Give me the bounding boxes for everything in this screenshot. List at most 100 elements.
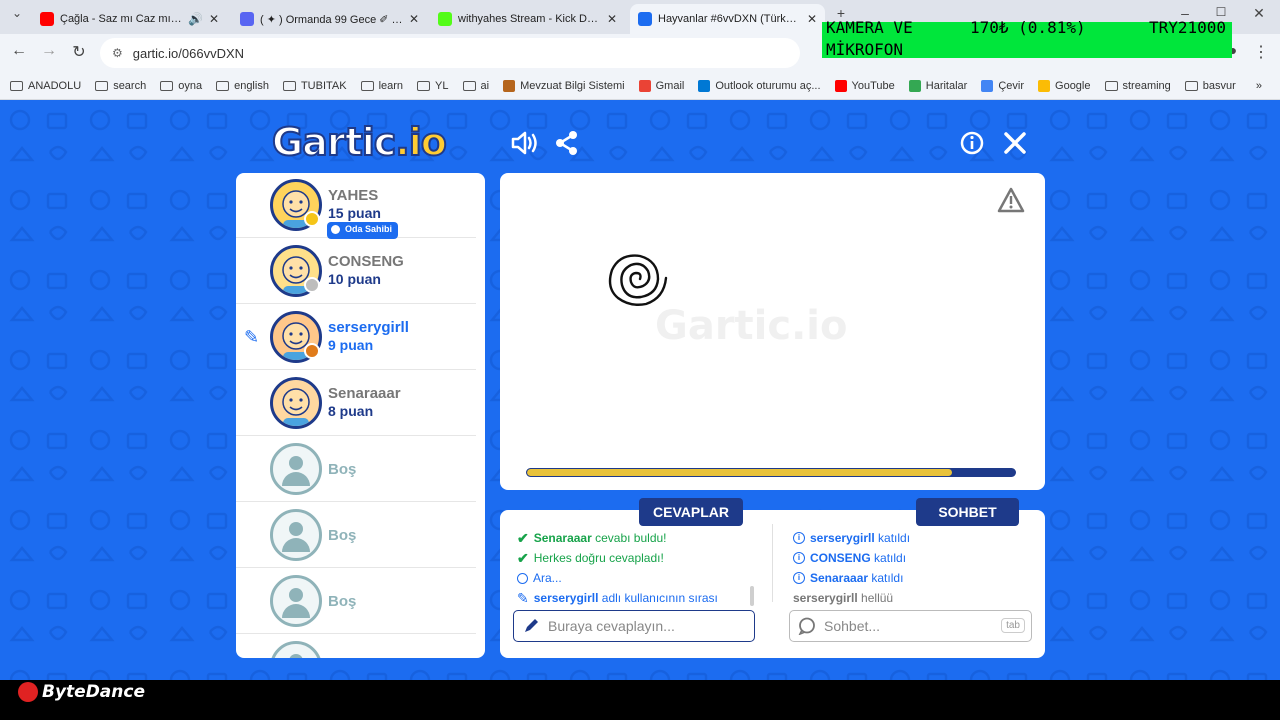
more-bookmarks-icon[interactable]: »	[1256, 80, 1262, 92]
folder-icon	[462, 80, 476, 91]
close-icon[interactable]	[1003, 131, 1027, 161]
close-tab-icon[interactable]: ✕	[807, 12, 817, 26]
tab-search-icon[interactable]: ⌄	[6, 6, 28, 20]
maximize-icon[interactable]: ☐	[1210, 5, 1232, 19]
close-tab-icon[interactable]: ✕	[607, 12, 617, 26]
messages-panel: CEVAPLAR SOHBET ✔ Senaraaar cevabı buldu!…	[500, 498, 1045, 658]
player-row[interactable]: Senaraaar 8 puan	[236, 371, 476, 436]
site-info-icon[interactable]: ⚙	[112, 46, 123, 60]
message-text: Ara...	[533, 571, 562, 585]
bookmark-label: learn	[378, 79, 404, 92]
empty-avatar-icon	[270, 575, 322, 627]
message-item: i Senaraaar katıldı	[793, 568, 910, 588]
bookmark-item[interactable]: Mevzuat Bilgi Sistemi	[503, 79, 625, 92]
bookmark-item[interactable]: Gmail	[638, 79, 685, 92]
empty-slot-label: Boş	[328, 461, 357, 478]
footer-brand: ByteDance	[18, 682, 145, 702]
chat-field[interactable]: Sohbet... tab	[789, 610, 1032, 642]
bookmark-item[interactable]: ai	[462, 80, 489, 92]
folder-icon	[216, 80, 230, 91]
status-dot	[304, 277, 320, 293]
bookmark-label: Gmail	[655, 79, 685, 92]
browser-window: ⌄ Çağla - Saz mı Caz mı? - Yo🔊✕( ✦ ) Orm…	[0, 0, 1280, 680]
browser-tab[interactable]: Hayvanlar #6vvDXN (Türkçe) - G ✕	[630, 4, 825, 34]
sound-icon[interactable]	[510, 130, 538, 162]
status-dot	[304, 211, 320, 227]
bookmark-item[interactable]: learn	[360, 79, 404, 92]
bookmark-item[interactable]: english	[216, 80, 269, 92]
player-row[interactable]: YAHES 15 puan Oda Sahibi	[236, 173, 476, 239]
bookmark-item[interactable]: streaming	[1104, 80, 1171, 92]
close-tab-icon[interactable]: ✕	[209, 12, 219, 26]
info-icon: i	[793, 552, 805, 564]
bookmark-item[interactable]: oyna	[160, 80, 202, 92]
answer-field[interactable]: Buraya cevaplayın...	[513, 610, 755, 642]
site-favicon-icon	[698, 79, 711, 92]
tab-key-hint: tab	[1001, 618, 1025, 633]
logo-io-text: .io	[394, 119, 448, 165]
footer-bar	[0, 680, 1280, 720]
url-text: gartic.io/066vvDXN	[132, 45, 245, 61]
tab-title: Hayvanlar #6vvDXN (Türkçe) - G	[658, 13, 801, 25]
bookmark-label: Haritalar	[925, 79, 968, 92]
message-text: katıldı	[868, 571, 904, 585]
overlay-goal: TRY21000	[1148, 18, 1226, 37]
bookmark-item[interactable]: YL	[417, 79, 449, 92]
folder-icon	[1104, 80, 1118, 91]
browser-tab[interactable]: Çağla - Saz mı Caz mı? - Yo 🔊 ✕	[32, 4, 227, 34]
logo-text: Gartic	[271, 119, 397, 165]
folder-icon	[160, 80, 174, 91]
browser-tab[interactable]: withyahes Stream - Kick Dashbo ✕	[430, 4, 625, 34]
bookmark-item[interactable]: YouTube	[834, 79, 895, 92]
bookmark-item[interactable]: TUBITAK	[282, 79, 347, 92]
bookmark-item[interactable]: ANADOLU	[10, 80, 81, 92]
empty-slot: Boş	[236, 569, 476, 634]
player-score: 9 puan	[328, 337, 374, 353]
browser-tab[interactable]: ( ✦ ) Ormanda 99 Gece ✐ [ ❄ S ✕	[232, 4, 427, 34]
message-item: Ara...	[517, 568, 718, 588]
bookmark-label: YL	[435, 79, 449, 92]
info-icon[interactable]	[960, 131, 984, 161]
bookmark-item[interactable]: Outlook oturumu aç...	[698, 79, 821, 92]
tab-chat[interactable]: SOHBET	[916, 498, 1019, 526]
answer-placeholder: Buraya cevaplayın...	[548, 618, 675, 634]
bookmark-item[interactable]: Çevir	[981, 79, 1024, 92]
overlay-price: 170₺ (0.81%)	[970, 18, 1086, 37]
bookmark-label: oyna	[178, 79, 203, 92]
answers-scrollbar[interactable]	[750, 586, 754, 606]
stream-overlay: KAMERA VE MİKROFON 170₺ (0.81%) TRY21000	[822, 18, 1232, 59]
audio-playing-icon[interactable]: 🔊	[188, 12, 203, 26]
reload-icon[interactable]: ↻	[68, 42, 90, 62]
close-tab-icon[interactable]: ✕	[409, 12, 419, 26]
drawing-canvas[interactable]: Gartic.io	[500, 173, 1045, 490]
back-icon[interactable]: ←	[8, 42, 30, 60]
report-warning-icon[interactable]	[997, 187, 1025, 213]
menu-icon[interactable]: ⋮	[1250, 42, 1272, 62]
player-score: 15 puan	[328, 205, 381, 221]
bookmark-label: english	[234, 79, 269, 92]
site-favicon-icon	[638, 79, 651, 92]
message-user: Senaraaar	[810, 571, 869, 585]
message-text: adlı kullanıcının sırası	[598, 591, 718, 605]
player-row[interactable]: ✎ serserygirll 9 puan	[236, 305, 476, 370]
address-bar[interactable]: ⚙ gartic.io/066vvDXN	[100, 38, 800, 68]
bookmark-item[interactable]: Google	[1038, 79, 1091, 92]
discord-icon	[240, 12, 254, 26]
share-icon[interactable]	[555, 130, 579, 162]
empty-slot: Boş	[236, 437, 476, 502]
close-window-icon[interactable]: ✕	[1248, 5, 1270, 22]
bookmark-item[interactable]: Haritalar	[908, 79, 968, 92]
bookmark-item[interactable]: basvur	[1184, 80, 1236, 92]
empty-slot: Boş	[236, 635, 476, 658]
tab-answers[interactable]: CEVAPLAR	[639, 498, 743, 526]
folder-icon	[417, 80, 431, 91]
bookmark-item[interactable]: search	[95, 80, 146, 92]
round-timer-bar	[526, 468, 1016, 477]
player-row[interactable]: CONSENG 10 puan	[236, 239, 476, 304]
forward-icon[interactable]: →	[38, 42, 60, 60]
bookmark-label: TUBITAK	[300, 79, 347, 92]
message-user: serserygirll	[793, 591, 858, 605]
pencil-icon: ✎	[517, 590, 529, 606]
message-text: katıldı	[874, 531, 911, 545]
bookmark-label: ANADOLU	[28, 79, 82, 92]
